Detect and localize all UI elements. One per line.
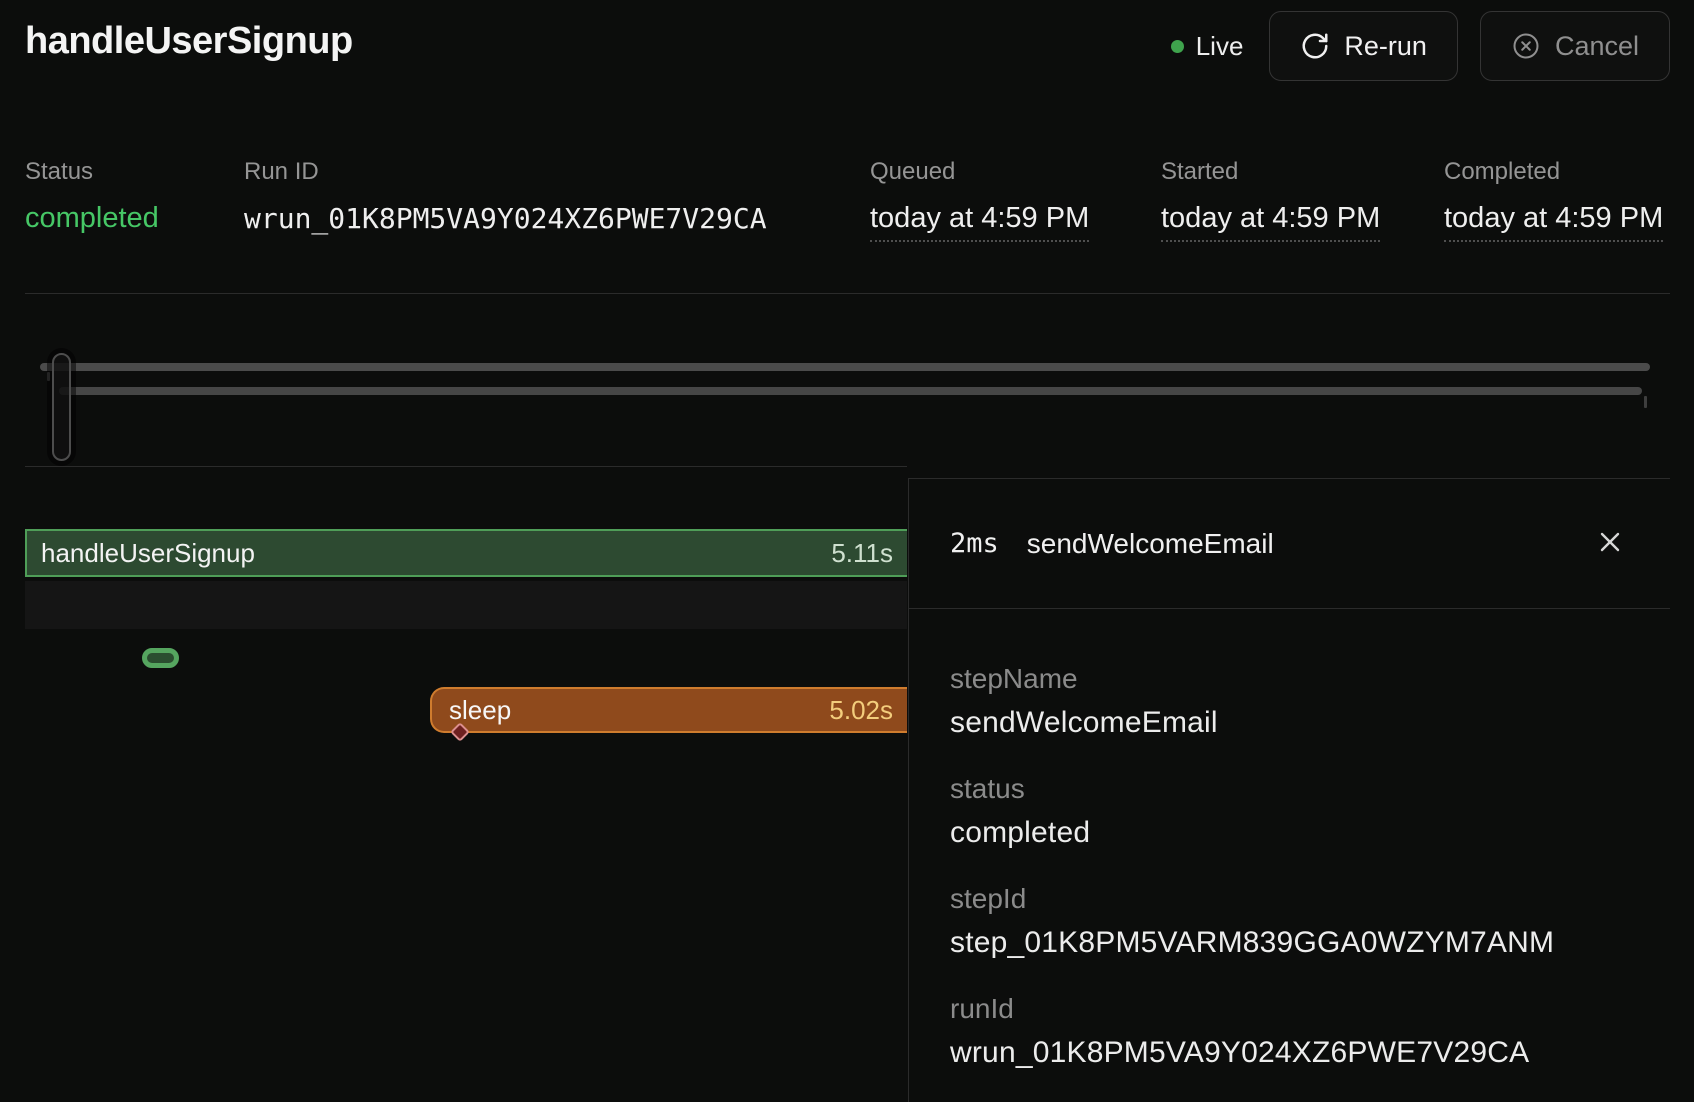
started-label: Started — [1161, 158, 1380, 186]
field-value: completed — [950, 816, 1630, 850]
timeline-brush-handle[interactable] — [52, 353, 71, 461]
sleep-span-duration: 5.02s — [829, 695, 893, 726]
run-id-label: Run ID — [244, 158, 767, 186]
close-icon — [1594, 526, 1626, 561]
x-circle-icon — [1511, 31, 1541, 61]
started-value[interactable]: today at 4:59 PM — [1161, 202, 1380, 242]
header-actions: Live Re-run Cancel — [1171, 11, 1670, 81]
header-divider — [25, 293, 1670, 294]
field-label: runId — [950, 993, 1630, 1025]
workflow-span-label: handleUserSignup — [41, 538, 255, 569]
run-id-value: wrun_01K8PM5VA9Y024XZ6PWE7V29CA — [244, 202, 767, 235]
cancel-button-label: Cancel — [1555, 31, 1639, 62]
minimap-sleep-bar — [59, 387, 1642, 395]
rerun-button-label: Re-run — [1344, 31, 1427, 62]
field-label: stepName — [950, 663, 1630, 695]
meta-completed: Completed today at 4:59 PM — [1444, 158, 1663, 242]
selected-row-highlight — [25, 581, 907, 629]
queued-value[interactable]: today at 4:59 PM — [870, 202, 1089, 242]
live-indicator: Live — [1171, 31, 1244, 62]
workflow-run-page: handleUserSignup Live Re-run Cancel — [0, 0, 1694, 1102]
meta-started: Started today at 4:59 PM — [1161, 158, 1380, 242]
status-label: Status — [25, 158, 159, 186]
completed-label: Completed — [1444, 158, 1663, 186]
field-value: step_01K8PM5VARM839GGA0WZYM7ANM — [950, 926, 1630, 960]
minimap-marker-tick — [47, 372, 50, 381]
minimap-end-tick — [1644, 396, 1647, 408]
meta-status: Status completed — [25, 158, 159, 235]
meta-run-id: Run ID wrun_01K8PM5VA9Y024XZ6PWE7V29CA — [244, 158, 767, 235]
workflow-span-duration: 5.11s — [831, 538, 893, 569]
close-panel-button[interactable] — [1588, 522, 1632, 566]
cancel-button[interactable]: Cancel — [1480, 11, 1670, 81]
field-value: sendWelcomeEmail — [950, 706, 1630, 740]
minimap-divider — [25, 466, 907, 467]
workflow-span-bar[interactable]: handleUserSignup 5.11s — [25, 529, 907, 577]
live-label: Live — [1196, 31, 1244, 62]
refresh-icon — [1300, 31, 1330, 61]
step-detail-header: 2ms sendWelcomeEmail — [909, 479, 1670, 609]
meta-queued: Queued today at 4:59 PM — [870, 158, 1089, 242]
queued-label: Queued — [870, 158, 1089, 186]
field-label: stepId — [950, 883, 1630, 915]
page-title: handleUserSignup — [25, 20, 353, 63]
minimap-workflow-bar — [40, 363, 1650, 371]
field-label: status — [950, 773, 1630, 805]
completed-value[interactable]: today at 4:59 PM — [1444, 202, 1663, 242]
send-welcome-email-marker[interactable] — [142, 648, 179, 668]
step-duration-badge: 2ms — [950, 528, 999, 559]
status-value: completed — [25, 202, 159, 235]
field-step-name: stepName sendWelcomeEmail — [950, 663, 1630, 740]
step-detail-panel: 2ms sendWelcomeEmail stepName sendWelcom… — [908, 478, 1670, 1102]
step-detail-body: stepName sendWelcomeEmail status complet… — [909, 609, 1670, 1070]
field-run-id: runId wrun_01K8PM5VA9Y024XZ6PWE7V29CA — [950, 993, 1630, 1070]
rerun-button[interactable]: Re-run — [1269, 11, 1458, 81]
sleep-span-bar[interactable]: sleep 5.02s — [430, 687, 907, 733]
field-step-id: stepId step_01K8PM5VARM839GGA0WZYM7ANM — [950, 883, 1630, 960]
run-meta-row: Status completed Run ID wrun_01K8PM5VA9Y… — [0, 158, 1694, 248]
sleep-span-label: sleep — [449, 695, 511, 726]
field-status: status completed — [950, 773, 1630, 850]
step-detail-title: sendWelcomeEmail — [1027, 528, 1274, 560]
live-dot-icon — [1171, 40, 1184, 53]
field-value: wrun_01K8PM5VA9Y024XZ6PWE7V29CA — [950, 1036, 1630, 1070]
